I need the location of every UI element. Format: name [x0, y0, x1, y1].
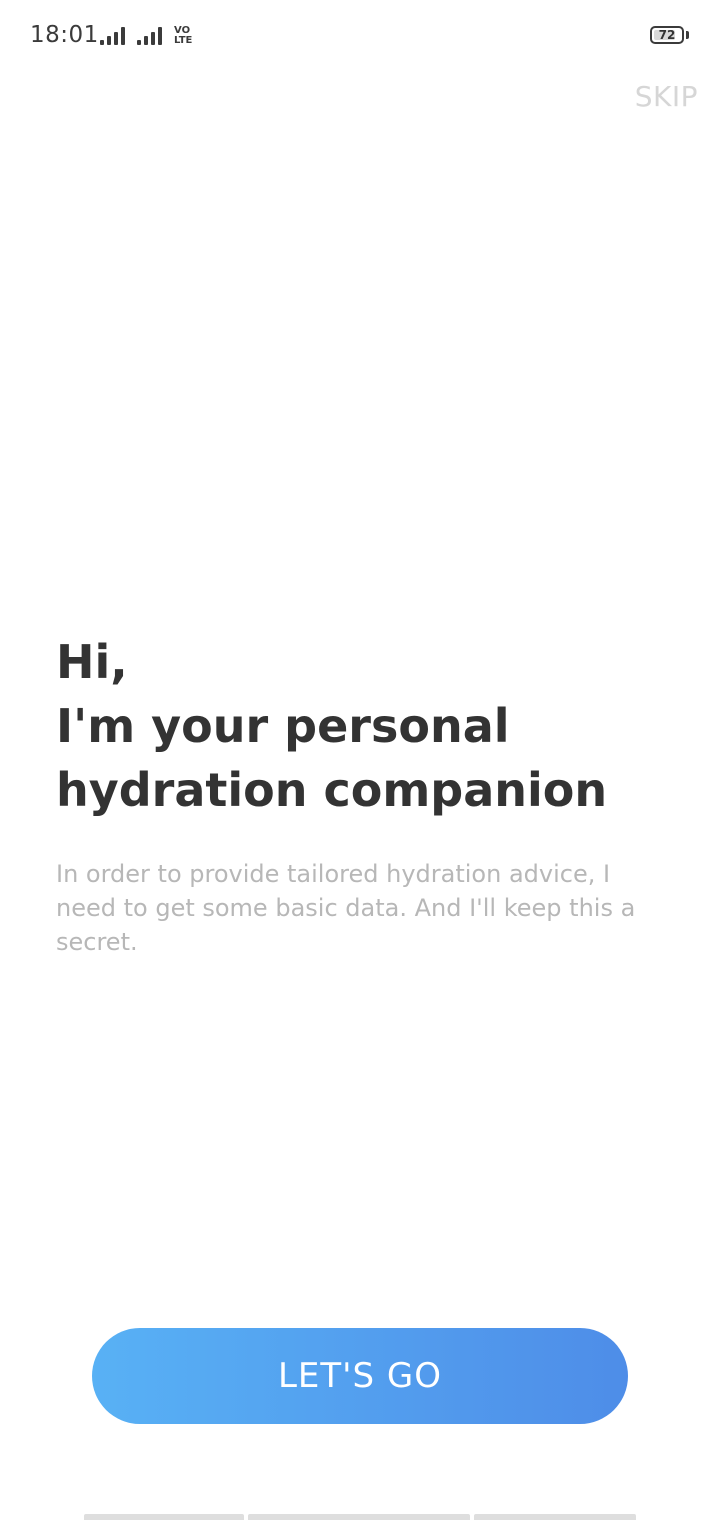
headline-line-3: hydration companion — [56, 763, 608, 817]
battery-level: 72 — [658, 28, 676, 42]
battery-nub — [686, 31, 689, 39]
headline-line-2: I'm your personal — [56, 699, 510, 753]
intro-description: In order to provide tailored hydration a… — [56, 860, 636, 956]
signal-icon — [137, 27, 167, 45]
lets-go-button[interactable]: LET'S GO — [92, 1328, 628, 1424]
volte-line2: LTE — [174, 35, 193, 46]
nav-gesture-bar-center[interactable] — [248, 1514, 470, 1520]
skip-button[interactable]: SKIP — [635, 80, 698, 113]
status-time: 18:01 — [30, 22, 99, 48]
volte-icon: VO LTE — [174, 26, 206, 48]
intro-headline: Hi, I'm your personal hydration companio… — [56, 630, 676, 822]
lets-go-label: LET'S GO — [277, 1356, 443, 1396]
headline-line-1: Hi, — [56, 635, 128, 689]
nav-gesture-bar-right[interactable] — [474, 1514, 636, 1520]
battery-icon: 72 — [650, 26, 684, 44]
signal-icon — [100, 27, 130, 45]
status-bar: 18:01 VO LTE 72 — [0, 0, 720, 72]
nav-gesture-bar-left[interactable] — [84, 1514, 244, 1520]
